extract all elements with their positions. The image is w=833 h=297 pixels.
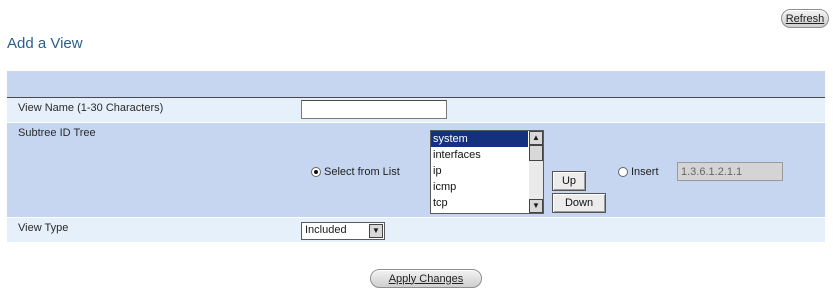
view-type-select[interactable]: Included ▼ (301, 222, 385, 240)
view-type-label: View Type (18, 222, 69, 234)
list-item[interactable]: tcp (431, 195, 528, 211)
chevron-down-icon[interactable]: ▼ (369, 224, 383, 238)
page-title: Add a View (7, 35, 83, 52)
list-item[interactable]: icmp (431, 179, 528, 195)
move-up-button[interactable]: Up (552, 171, 586, 191)
refresh-button[interactable]: Refresh (781, 9, 829, 28)
subtree-list[interactable]: system interfaces ip icmp tcp ▲ ▼ (430, 130, 544, 214)
select-from-list-radio[interactable] (311, 167, 321, 177)
apply-changes-button[interactable]: Apply Changes (370, 269, 482, 288)
insert-oid-input[interactable] (677, 162, 783, 181)
divider (7, 122, 825, 123)
scroll-thumb[interactable] (529, 145, 543, 161)
scroll-up-icon[interactable]: ▲ (529, 131, 543, 145)
subtree-label: Subtree ID Tree (18, 127, 96, 139)
insert-radio[interactable] (618, 167, 628, 177)
view-name-label: View Name (1-30 Characters) (18, 102, 164, 114)
list-item[interactable]: system (431, 131, 528, 147)
insert-label: Insert (631, 166, 659, 178)
view-name-input[interactable] (301, 100, 447, 119)
list-item[interactable]: interfaces (431, 147, 528, 163)
list-item[interactable]: ip (431, 163, 528, 179)
view-type-row: View Type (7, 218, 825, 242)
view-type-value: Included (305, 224, 347, 236)
move-down-button[interactable]: Down (552, 193, 606, 213)
scroll-down-icon[interactable]: ▼ (529, 199, 543, 213)
select-from-list-label: Select from List (324, 166, 400, 178)
list-scrollbar[interactable]: ▲ ▼ (529, 131, 543, 213)
